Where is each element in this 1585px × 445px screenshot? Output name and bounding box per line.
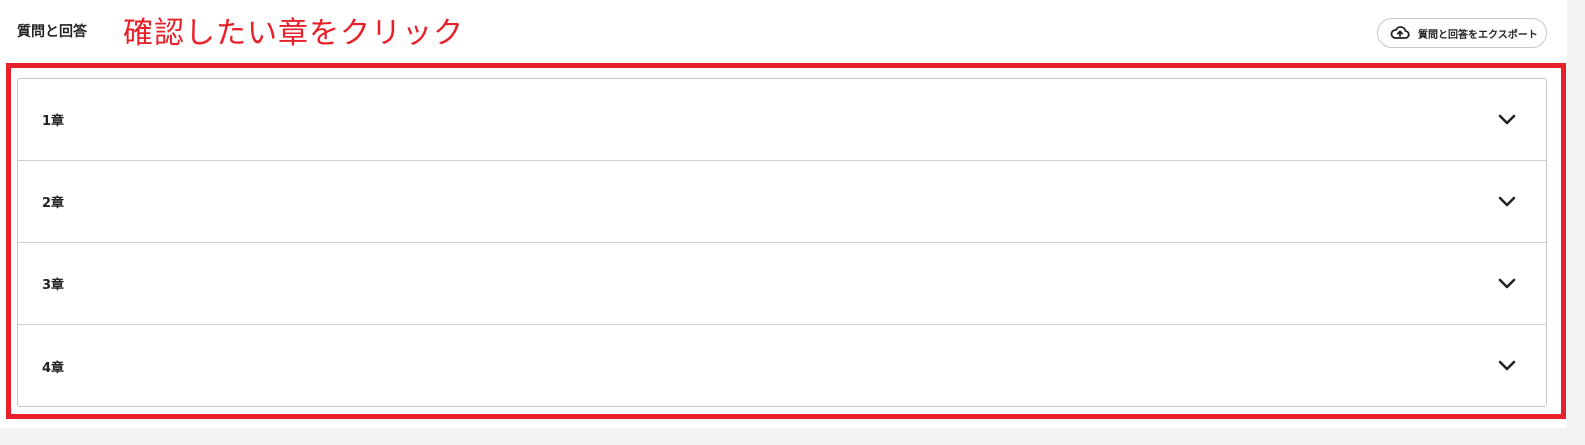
page-title: 質問と回答 — [17, 24, 87, 40]
chevron-down-icon — [1498, 196, 1516, 206]
chevron-down-icon — [1498, 114, 1516, 124]
accordion-item-label: 2章 — [42, 196, 65, 211]
accordion-item-label: 3章 — [42, 278, 65, 293]
instruction-annotation: 確認したい章をクリック — [123, 16, 464, 51]
export-button-label: 質問と回答をエクスポート — [1418, 29, 1538, 41]
accordion-item-chapter-2[interactable]: 2章 — [18, 161, 1546, 243]
page-edge — [1567, 0, 1585, 445]
accordion-item-chapter-4[interactable]: 4章 — [18, 325, 1546, 406]
chapter-accordion: 1章 2章 3章 4章 — [17, 78, 1547, 407]
chevron-down-icon — [1498, 360, 1516, 371]
accordion-item-label: 1章 — [42, 114, 65, 129]
chevron-down-icon — [1498, 278, 1516, 288]
accordion-item-chapter-3[interactable]: 3章 — [18, 243, 1546, 325]
cloud-upload-icon — [1390, 26, 1410, 39]
page: 質問と回答 確認したい章をクリック 質問と回答をエクスポート 1章 2章 3章 — [0, 0, 1585, 445]
accordion-item-chapter-1[interactable]: 1章 — [18, 79, 1546, 161]
accordion-item-label: 4章 — [42, 360, 65, 376]
export-qa-button[interactable]: 質問と回答をエクスポート — [1377, 18, 1547, 48]
page-footer-strip — [0, 428, 1585, 445]
